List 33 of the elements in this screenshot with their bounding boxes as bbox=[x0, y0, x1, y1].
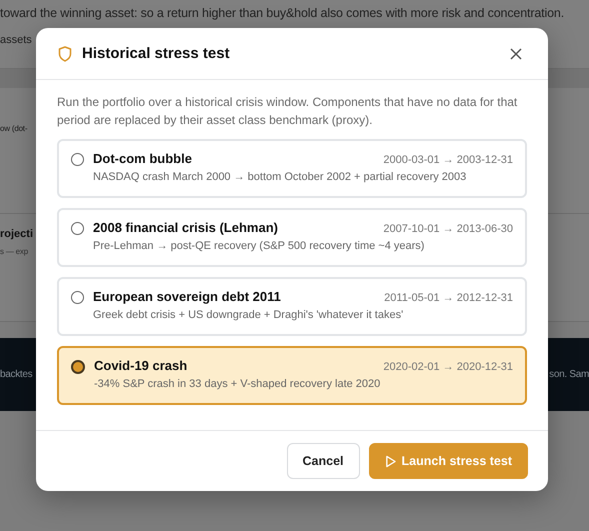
scenario-description: NASDAQ crash March 2000 → bottom October 2002 + partial recovery 2003 bbox=[93, 171, 468, 183]
date-range: 2011-05-01 → 2012-12-31 bbox=[384, 292, 513, 304]
play-icon bbox=[384, 454, 396, 468]
radio-button[interactable] bbox=[71, 291, 84, 304]
scenario-title: Dot-com bubble bbox=[93, 151, 192, 166]
scenario-title: Covid-19 crash bbox=[94, 358, 188, 373]
page-text: toward the winning asset: so a return higher than buy&hold also comes with more risk and concentration. bbox=[0, 5, 564, 20]
scenario-option[interactable]: Dot-com bubble 2000-03-01 → 2003-12-31 NASDAQ crash March 2000 → bottom October 2002 + partial recovery 2003 bbox=[57, 139, 527, 198]
date-range: 2000-03-01 → 2003-12-31 bbox=[383, 154, 513, 166]
page-text: ow (dot- bbox=[0, 124, 28, 133]
radio-button[interactable] bbox=[71, 153, 84, 166]
dialog-description: Run the portfolio over a historical crisis window. Components that have no data for that period are replaced by their asset class benchmark (proxy). bbox=[57, 94, 518, 129]
page-text: s — exp bbox=[0, 247, 28, 256]
date-range: 2020-02-01 → 2020-12-31 bbox=[383, 361, 513, 373]
scenario-title: European sovereign debt 2011 bbox=[93, 289, 281, 304]
scenario-option[interactable]: European sovereign debt 2011 2011-05-01 → 2012-12-31 Greek debt crisis + US downgrade + Draghi's 'whatever it takes' bbox=[57, 277, 527, 336]
shield-icon bbox=[58, 46, 72, 62]
section-title: rojecti bbox=[0, 228, 34, 240]
dialog-title: Historical stress test bbox=[82, 45, 231, 62]
scenario-description: Greek debt crisis + US downgrade + Draghi's 'whatever it takes' bbox=[93, 309, 404, 321]
scenario-description: Pre-Lehman → post-QE recovery (S&P 500 recovery time ~4 years) bbox=[93, 240, 426, 252]
radio-button[interactable] bbox=[71, 360, 85, 374]
close-icon[interactable] bbox=[510, 48, 522, 60]
date-range: 2007-10-01 → 2013-06-30 bbox=[383, 223, 513, 235]
cancel-button[interactable]: Cancel bbox=[286, 443, 360, 479]
scenario-option[interactable]: Covid-19 crash 2020-02-01 → 2020-12-31 -34% S&P crash in 33 days + V-shaped recovery late 2020 bbox=[57, 346, 527, 405]
scenario-description: -34% S&P crash in 33 days + V-shaped recovery late 2020 bbox=[94, 378, 382, 390]
banner-text: backtes bbox=[0, 369, 32, 380]
scenario-option[interactable]: 2008 financial crisis (Lehman) 2007-10-01 → 2013-06-30 Pre-Lehman → post-QE recovery (S&P 500 recovery time ~4 years) bbox=[57, 208, 527, 267]
banner-text: son. Sam bbox=[549, 369, 589, 380]
radio-button[interactable] bbox=[71, 222, 84, 235]
scenario-title: 2008 financial crisis (Lehman) bbox=[93, 220, 278, 235]
page-text: assets bbox=[0, 34, 32, 46]
